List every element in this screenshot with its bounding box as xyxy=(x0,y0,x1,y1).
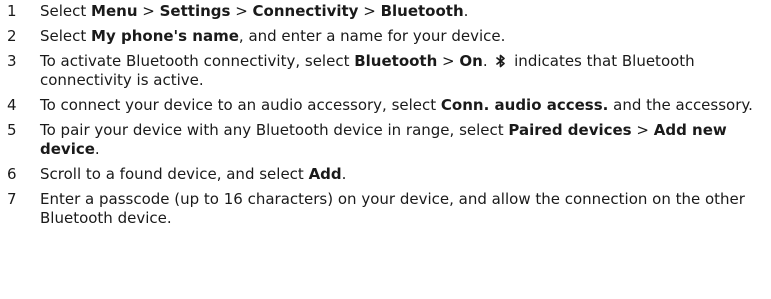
path-separator: > xyxy=(437,52,460,70)
step-number: 4 xyxy=(7,96,17,114)
step-2: 2 Select My phone's name, and enter a na… xyxy=(0,27,771,46)
text-run: To activate Bluetooth connectivity, sele… xyxy=(40,52,355,70)
path-separator: > xyxy=(358,2,381,20)
text-run: . xyxy=(463,2,469,20)
menu-path-item: On xyxy=(459,52,483,70)
text-run: Select xyxy=(40,2,92,20)
text-run: Enter a passcode (up to 16 characters) o… xyxy=(40,190,745,227)
step-4: 4 To connect your device to an audio acc… xyxy=(0,96,771,115)
text-run: To connect your device to an audio acces… xyxy=(40,96,441,114)
menu-path-item: Add xyxy=(308,165,342,183)
text-run: . xyxy=(482,52,493,70)
step-text: To activate Bluetooth connectivity, sele… xyxy=(40,52,695,89)
step-number: 5 xyxy=(7,121,17,139)
step-number: 3 xyxy=(7,52,17,70)
menu-path-item: Connectivity xyxy=(252,2,359,20)
menu-path-item: Bluetooth xyxy=(380,2,464,20)
menu-path-item: Bluetooth xyxy=(354,52,438,70)
text-run: . xyxy=(94,140,100,158)
text-run: To pair your device with any Bluetooth d… xyxy=(40,121,509,139)
step-text: Enter a passcode (up to 16 characters) o… xyxy=(40,190,745,227)
step-7: 7 Enter a passcode (up to 16 characters)… xyxy=(0,190,771,228)
menu-path-item: Settings xyxy=(159,2,231,20)
text-run: , and enter a name for your device. xyxy=(238,27,506,45)
step-number: 1 xyxy=(7,2,17,20)
step-1: 1 Select Menu > Settings > Connectivity … xyxy=(0,2,771,21)
step-text: Select My phone's name, and enter a name… xyxy=(40,27,505,45)
text-run: Select xyxy=(40,27,92,45)
menu-path-item: Conn. audio access. xyxy=(440,96,609,114)
step-text: Scroll to a found device, and select Add… xyxy=(40,165,346,183)
menu-path-item: Paired devices xyxy=(508,121,632,139)
text-run: and the accessory. xyxy=(608,96,753,114)
step-number: 6 xyxy=(7,165,17,183)
path-separator: > xyxy=(230,2,253,20)
step-3: 3 To activate Bluetooth connectivity, se… xyxy=(0,52,771,90)
step-6: 6 Scroll to a found device, and select A… xyxy=(0,165,771,184)
step-text: To pair your device with any Bluetooth d… xyxy=(40,121,727,158)
text-run: Scroll to a found device, and select xyxy=(40,165,309,183)
instruction-steps: 1 Select Menu > Settings > Connectivity … xyxy=(0,0,771,228)
step-5: 5 To pair your device with any Bluetooth… xyxy=(0,121,771,159)
menu-path-item: Menu xyxy=(91,2,138,20)
text-run: . xyxy=(341,165,347,183)
step-number: 2 xyxy=(7,27,17,45)
step-number: 7 xyxy=(7,190,17,208)
step-text: Select Menu > Settings > Connectivity > … xyxy=(40,2,468,20)
path-separator: > xyxy=(631,121,654,139)
step-text: To connect your device to an audio acces… xyxy=(40,96,753,114)
menu-path-item: My phone's name xyxy=(91,27,239,45)
bluetooth-icon xyxy=(496,54,506,68)
path-separator: > xyxy=(137,2,160,20)
